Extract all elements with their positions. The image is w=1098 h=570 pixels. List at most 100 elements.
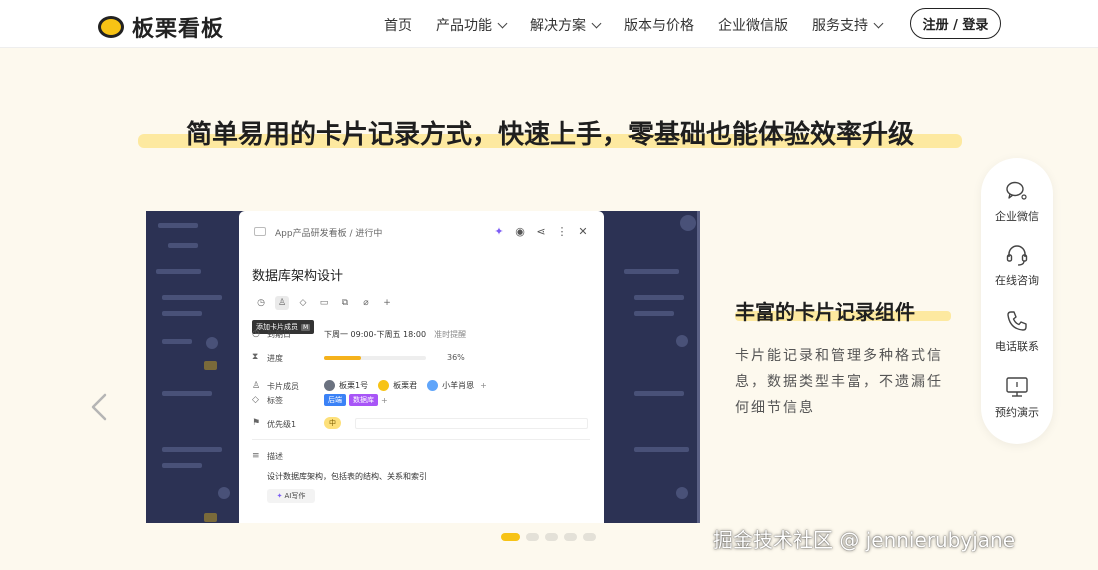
- attachment-icon[interactable]: ⌀: [359, 296, 373, 310]
- ghost-line: [634, 447, 689, 452]
- nav-home[interactable]: 首页: [384, 15, 412, 35]
- hero-headline: 简单易用的卡片记录方式，快速上手，零基础也能体验效率升级: [138, 112, 962, 152]
- flag-icon: ⚑: [252, 418, 261, 428]
- tag-list: 后端 数据库 +: [324, 394, 388, 406]
- add-tag-button[interactable]: +: [381, 396, 388, 405]
- tag-backend[interactable]: 后端: [324, 394, 346, 406]
- carousel-dots: [501, 533, 602, 541]
- nav-solutions[interactable]: 解决方案: [530, 15, 602, 35]
- main-nav: 首页 产品功能 解决方案 版本与价格 企业微信版 服务支持: [384, 15, 906, 35]
- shortcut-key: M: [301, 324, 311, 331]
- ghost-line: [168, 243, 198, 248]
- members-label: 卡片成员: [267, 382, 299, 391]
- priority-value[interactable]: 中: [324, 417, 341, 429]
- date-value[interactable]: 下周一 09:00-下周五 18:00 准时提醒: [324, 329, 466, 340]
- folder-icon[interactable]: ▭: [317, 296, 331, 310]
- ghost-avatar: [218, 487, 230, 499]
- hourglass-icon: ⧗: [252, 352, 259, 362]
- chevron-down-icon: [497, 18, 508, 28]
- tags-label: 标签: [267, 396, 283, 405]
- nav-pricing[interactable]: 版本与价格: [624, 15, 694, 35]
- progress-fill: [324, 356, 361, 360]
- member-name: 小羊肖恩: [442, 381, 475, 390]
- tag-icon: ◇: [252, 395, 259, 405]
- float-item-online-consult[interactable]: 在线咨询: [981, 242, 1053, 288]
- date-label: 到期日: [267, 330, 291, 339]
- progress-value: 36%: [447, 353, 465, 362]
- tag-icon[interactable]: ◇: [296, 296, 310, 310]
- ghost-line: [634, 295, 684, 300]
- wechat-work-icon: [1006, 181, 1027, 200]
- ai-write-button[interactable]: ✦ AI写作: [267, 489, 315, 503]
- ghost-avatar: [676, 487, 688, 499]
- ghost-line: [162, 311, 202, 316]
- card-title: 数据库架构设计: [252, 269, 344, 284]
- card-property-icons: ◷ ♙ ◇ ▭ ⧉ ⌀ +: [254, 296, 401, 310]
- chevron-down-icon: [591, 18, 602, 28]
- eye-icon[interactable]: ◉: [513, 224, 527, 238]
- ghost-line: [158, 223, 198, 228]
- add-member-icon[interactable]: ♙: [275, 296, 289, 310]
- carousel-dot-5[interactable]: [583, 533, 596, 541]
- avatar: [378, 380, 390, 391]
- tag-database[interactable]: 数据库: [349, 394, 378, 406]
- clock-icon[interactable]: ◷: [254, 296, 268, 310]
- carousel-prev-icon[interactable]: [89, 393, 109, 421]
- feature-heading: 丰富的卡片记录组件: [735, 296, 951, 324]
- feature-description: 卡片能记录和管理多种格式信息，数据类型丰富，不遗漏任何细节信息: [735, 348, 943, 416]
- board-column-left: [146, 211, 239, 523]
- register-login-button[interactable]: 注册 / 登录: [910, 8, 1001, 39]
- avatar: [427, 380, 439, 391]
- floating-contact-bar: 企业微信 在线咨询 电话联系 预约演示: [981, 158, 1053, 444]
- headset-icon: [1006, 245, 1028, 266]
- user-icon: ♙: [252, 381, 261, 391]
- ghost-tag: [204, 513, 217, 522]
- float-item-book-demo[interactable]: 预约演示: [981, 374, 1053, 420]
- priority-pill: 中: [324, 417, 341, 429]
- nav-wechat-work-edition[interactable]: 企业微信版: [718, 15, 788, 35]
- member-name: 板栗君: [393, 381, 418, 390]
- avatar: [324, 380, 335, 391]
- ghost-line: [162, 295, 222, 300]
- ghost-line: [162, 391, 212, 396]
- card-detail-panel: App产品研发看板 / 进行中 ✦ ◉ ⋖ ⋮ ✕ 数据库架构设计 ◷ ♙ ◇ …: [239, 211, 604, 523]
- ai-magic-icon: ✦: [276, 492, 283, 500]
- monitor-icon: [1006, 377, 1028, 397]
- nav-support[interactable]: 服务支持: [812, 15, 884, 35]
- ghost-line: [624, 269, 679, 274]
- phone-icon: [1007, 311, 1027, 331]
- ghost-line: [634, 311, 674, 316]
- share-icon[interactable]: ⋖: [534, 224, 548, 238]
- carousel-dot-3[interactable]: [545, 533, 558, 541]
- screenshot-scrollbar: [697, 211, 700, 523]
- carousel-dot-4[interactable]: [564, 533, 577, 541]
- ghost-avatar: [680, 215, 696, 231]
- card-toolbar: ✦ ◉ ⋖ ⋮ ✕: [492, 224, 597, 238]
- page-title: 简单易用的卡片记录方式，快速上手，零基础也能体验效率升级: [185, 120, 914, 150]
- more-icon[interactable]: ⋮: [555, 224, 569, 238]
- product-screenshot: App产品研发看板 / 进行中 ✦ ◉ ⋖ ⋮ ✕ 数据库架构设计 ◷ ♙ ◇ …: [146, 211, 700, 523]
- ghost-line: [634, 391, 684, 396]
- plus-icon[interactable]: +: [380, 296, 394, 310]
- add-member-button[interactable]: +: [480, 381, 487, 390]
- member-list: 板栗1号 板栗君 小羊肖恩 +: [324, 380, 487, 391]
- board-column-right: [604, 211, 700, 523]
- ghost-avatar: [206, 337, 218, 349]
- clock-icon: ◷: [252, 329, 260, 339]
- description-text[interactable]: 设计数据库架构，包括表的结构、关系和索引: [267, 471, 427, 482]
- copy-icon[interactable]: ⧉: [338, 296, 352, 310]
- brand-logo[interactable]: 板栗看板: [98, 11, 224, 43]
- progress-bar[interactable]: [324, 356, 426, 360]
- nav-product-features[interactable]: 产品功能: [436, 15, 508, 35]
- carousel-dot-1[interactable]: [501, 533, 520, 541]
- brand-name: 板栗看板: [132, 17, 225, 42]
- ai-magic-icon[interactable]: ✦: [492, 224, 506, 238]
- ghost-tag: [204, 361, 217, 370]
- carousel-dot-2[interactable]: [526, 533, 539, 541]
- float-item-wechat-work[interactable]: 企业微信: [981, 178, 1053, 224]
- float-item-phone[interactable]: 电话联系: [981, 308, 1053, 354]
- description-label: 描述: [267, 452, 283, 461]
- close-icon[interactable]: ✕: [576, 224, 590, 238]
- site-header: 板栗看板 首页 产品功能 解决方案 版本与价格 企业微信版 服务支持 注册 / …: [0, 0, 1098, 48]
- card-icon: [254, 227, 266, 236]
